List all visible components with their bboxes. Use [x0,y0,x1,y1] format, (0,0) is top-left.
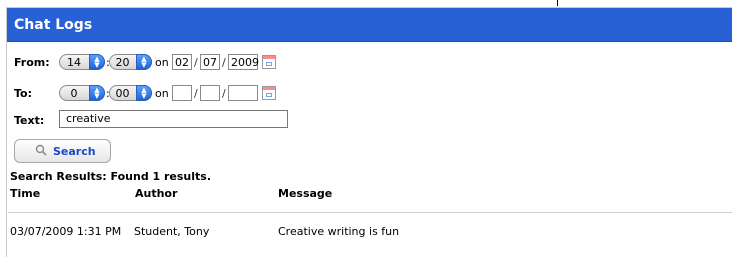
from-minute-stepper[interactable]: 20 ▲ ▼ [109,54,152,70]
top-tick [557,0,558,6]
to-minute-value: 00 [115,87,130,100]
stepper-arrows-icon[interactable]: ▲ ▼ [89,85,105,101]
search-button[interactable]: Search [14,139,111,163]
row-time: 03/07/2009 1:31 PM [10,225,122,238]
row-author: Student, Tony [134,225,210,238]
from-year-field[interactable]: 2009 [228,54,259,70]
calendar-icon[interactable] [262,55,276,69]
header-divider [8,212,732,213]
from-label: From: [14,56,50,69]
to-minute-stepper[interactable]: 00 ▲ ▼ [109,85,152,101]
text-label: Text: [14,114,45,127]
to-hour-stepper[interactable]: 0 ▲ ▼ [59,85,105,101]
date-slash: / [194,56,198,69]
date-slash: / [222,87,226,100]
text-search-field[interactable]: creative [59,110,288,128]
from-month-field[interactable]: 07 [200,54,220,70]
to-hour-value: 0 [70,87,78,100]
from-hour-value: 14 [67,56,81,69]
to-year-field[interactable] [228,85,258,101]
top-edge [0,0,732,6]
column-header-author[interactable]: Author [135,187,177,200]
stepper-arrows-icon[interactable]: ▲ ▼ [136,54,152,70]
column-header-message[interactable]: Message [278,187,332,200]
stepper-arrows-icon[interactable]: ▲ ▼ [89,54,105,70]
calendar-icon[interactable] [262,86,276,100]
date-slash: / [222,56,226,69]
title-bar: Chat Logs [7,8,732,42]
page-title: Chat Logs [14,17,93,33]
to-day-field[interactable] [172,85,192,101]
date-slash: / [194,87,198,100]
to-month-field[interactable] [200,85,220,101]
magnifier-icon [35,144,47,156]
panel-frame [6,7,732,257]
from-minute-value: 20 [115,56,130,69]
from-day-field[interactable]: 02 [172,54,192,70]
stepper-arrows-icon[interactable]: ▲ ▼ [136,85,152,101]
column-header-time[interactable]: Time [10,187,40,200]
to-label: To: [14,87,32,100]
row-message: Creative writing is fun [278,225,400,238]
from-hour-stepper[interactable]: 14 ▲ ▼ [59,54,105,70]
results-summary: Search Results: Found 1 results. [10,170,212,183]
search-button-label: Search [53,145,96,158]
from-on-label: on [155,56,169,69]
to-on-label: on [155,87,169,100]
